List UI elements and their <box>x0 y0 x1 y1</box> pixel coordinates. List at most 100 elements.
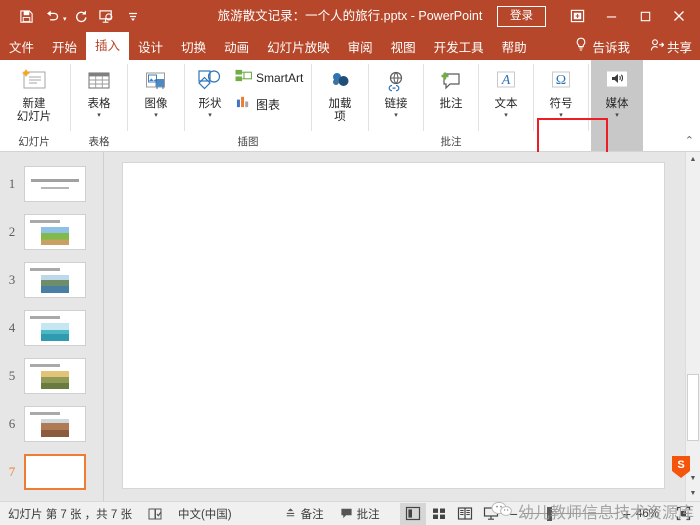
fit-to-window-icon[interactable] <box>670 503 696 525</box>
shapes-caret-icon[interactable]: ▾ <box>208 112 212 119</box>
thumbnail-number: 5 <box>8 368 16 383</box>
sogou-badge: S <box>670 455 692 479</box>
thumbnail-row-6[interactable]: 6 <box>0 400 103 448</box>
thumbnail-slide-1[interactable] <box>24 166 86 202</box>
scrollbar-track[interactable] <box>686 167 700 471</box>
thumbnail-row-4[interactable]: 4 <box>0 304 103 352</box>
scroll-up-icon[interactable]: ▲ <box>686 152 700 167</box>
reading-view-button[interactable] <box>452 503 478 525</box>
thumbnail-number: 4 <box>8 320 16 335</box>
symbol-button[interactable]: Ω 符号 ▾ <box>539 64 583 121</box>
redo-icon[interactable] <box>69 4 93 28</box>
slideshow-view-button[interactable] <box>478 503 504 525</box>
images-button[interactable]: 图像 ▾ <box>133 64 179 121</box>
tab-file[interactable]: 文件 <box>0 36 43 60</box>
notes-label: 备注 <box>300 508 324 521</box>
new-slide-label: 新建 <box>22 98 46 110</box>
symbol-label: 符号 <box>549 98 573 110</box>
addins-button[interactable]: 加载 项 <box>317 64 363 126</box>
images-icon <box>142 66 170 98</box>
group-label-illustrations: 插图 <box>237 136 259 148</box>
comments-button[interactable]: 批注 <box>332 502 388 525</box>
collapse-ribbon-icon[interactable]: ⌃ <box>685 134 694 147</box>
customize-qat-icon[interactable] <box>121 4 145 28</box>
zoom-percent-label[interactable]: 46% <box>636 508 664 520</box>
images-caret-icon[interactable]: ▾ <box>154 112 158 119</box>
slide-thumbnail-pane[interactable]: 1 2 3 4 5 6 7 <box>0 152 103 501</box>
undo-dropdown-caret[interactable]: ▾ <box>63 15 67 23</box>
vertical-scrollbar[interactable]: ▲ ▼ ▼ <box>685 152 700 501</box>
thumbnail-row-7[interactable]: 7 <box>0 448 103 496</box>
symbol-caret-icon[interactable]: ▾ <box>559 112 563 119</box>
media-button[interactable]: 媒体 ▾ <box>594 64 640 121</box>
media-caret-icon[interactable]: ▾ <box>615 112 619 119</box>
tab-home[interactable]: 开始 <box>43 36 86 60</box>
zoom-slider[interactable] <box>522 506 618 522</box>
zoom-in-button[interactable]: + <box>623 506 631 522</box>
thumbnail-row-3[interactable]: 3 <box>0 256 103 304</box>
thumbnail-slide-3[interactable] <box>24 262 86 298</box>
table-caret-icon[interactable]: ▾ <box>97 112 101 119</box>
table-button[interactable]: 表格 ▾ <box>76 64 122 121</box>
slide-count-status[interactable]: 幻灯片 第 7 张 ，共 7 张 <box>0 502 140 525</box>
group-separator <box>533 64 534 131</box>
maximize-icon[interactable] <box>628 0 662 32</box>
slide-edit-area[interactable] <box>107 152 685 501</box>
new-slide-button[interactable]: 新建 幻灯片 <box>3 64 65 126</box>
minimize-icon[interactable] <box>594 0 628 32</box>
text-caret-icon[interactable]: ▾ <box>504 112 508 119</box>
person-share-icon <box>650 38 665 55</box>
tell-me-box[interactable]: 告诉我 <box>575 37 630 56</box>
tab-design[interactable]: 设计 <box>129 36 172 60</box>
close-icon[interactable] <box>662 0 696 32</box>
thumbnail-slide-2[interactable] <box>24 214 86 250</box>
speaker-icon <box>602 66 632 98</box>
tab-view[interactable]: 视图 <box>382 36 425 60</box>
svg-text:S: S <box>677 459 684 471</box>
notes-button[interactable]: 备注 <box>276 502 332 525</box>
zoom-slider-handle[interactable] <box>546 506 552 521</box>
tab-insert[interactable]: 插入 <box>86 32 130 60</box>
current-slide-canvas[interactable] <box>122 162 665 489</box>
tab-transitions[interactable]: 切换 <box>172 36 215 60</box>
chart-button[interactable]: 图表 <box>232 92 306 116</box>
thumbnail-row-2[interactable]: 2 <box>0 208 103 256</box>
language-status[interactable]: 中文(中国) <box>170 502 240 525</box>
ribbon: 新建 幻灯片 幻灯片 表格 ▾ 表格 图像 ▾ 形状 ▾ SmartArt 图表… <box>0 60 700 211</box>
start-slideshow-icon[interactable] <box>95 4 119 28</box>
tab-help[interactable]: 帮助 <box>493 36 536 60</box>
window-controls: 登录 <box>497 0 700 32</box>
thumbnail-slide-4[interactable] <box>24 310 86 346</box>
tab-animations[interactable]: 动画 <box>215 36 258 60</box>
smartart-button[interactable]: SmartArt <box>232 66 306 90</box>
tab-review[interactable]: 审阅 <box>339 36 382 60</box>
link-button[interactable]: 链接 ▾ <box>374 64 418 121</box>
thumbnail-number: 7 <box>8 464 16 479</box>
thumbnail-slide-6[interactable] <box>24 406 86 442</box>
comment-button[interactable]: 批注 <box>429 64 473 113</box>
sign-in-button[interactable]: 登录 <box>497 5 546 27</box>
tab-slideshow[interactable]: 幻灯片放映 <box>258 36 339 60</box>
next-slide-icon[interactable]: ▼ <box>686 486 700 501</box>
thumbnail-row-5[interactable]: 5 <box>0 352 103 400</box>
ribbon-group-media[interactable]: 媒体 ▾ <box>591 60 643 151</box>
thumbnail-row-1[interactable]: 1 <box>0 160 103 208</box>
scrollbar-thumb[interactable] <box>687 373 699 441</box>
text-button[interactable]: A 文本 ▾ <box>484 64 528 121</box>
save-icon[interactable] <box>14 4 38 28</box>
zoom-control[interactable]: − + 46% <box>504 506 670 522</box>
slide-sorter-button[interactable] <box>426 503 452 525</box>
shapes-button[interactable]: 形状 ▾ <box>190 64 230 121</box>
accessibility-check-icon[interactable] <box>140 502 170 525</box>
ribbon-display-options-icon[interactable] <box>560 0 594 32</box>
thumbnail-slide-5[interactable] <box>24 358 86 394</box>
normal-view-button[interactable] <box>399 502 426 525</box>
group-separator <box>368 64 369 131</box>
link-caret-icon[interactable]: ▾ <box>394 112 398 119</box>
thumbnail-slide-7[interactable] <box>24 454 86 490</box>
tab-developer[interactable]: 开发工具 <box>425 36 493 60</box>
undo-icon[interactable] <box>40 4 64 28</box>
zoom-out-button[interactable]: − <box>510 506 518 522</box>
share-button[interactable]: 共享 <box>650 37 692 56</box>
chart-label: 图表 <box>256 97 281 112</box>
